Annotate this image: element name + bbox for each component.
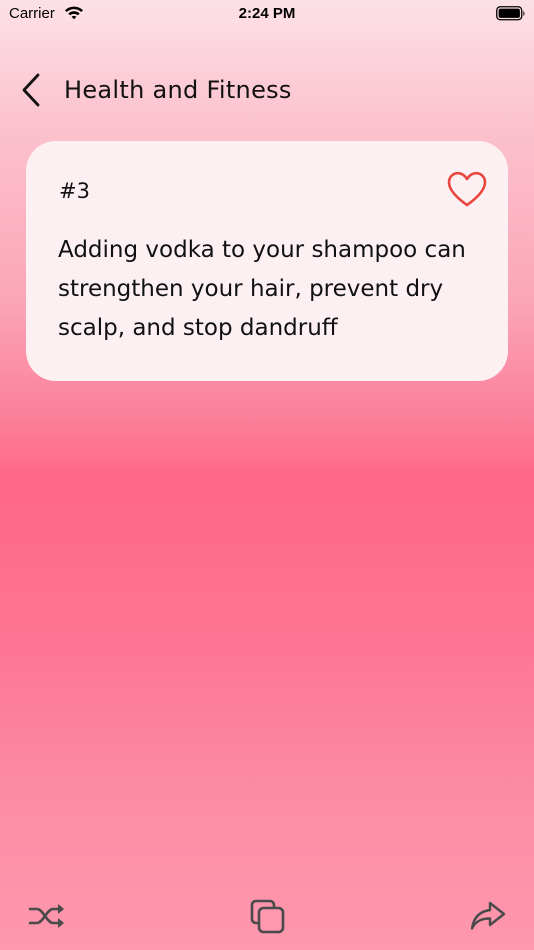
page-title: Health and Fitness [64, 76, 292, 104]
status-time: 2:24 PM [238, 5, 296, 22]
status-bar: Carrier 2:24 PM [0, 0, 534, 30]
bottom-toolbar [0, 890, 534, 944]
fact-text: Adding vodka to your shampoo can strengt… [58, 237, 466, 341]
nav-bar: Health and Fitness [0, 62, 534, 122]
copy-button[interactable] [247, 898, 287, 938]
copy-icon [248, 897, 286, 939]
favorite-button[interactable] [446, 169, 488, 211]
shuffle-icon [28, 901, 66, 935]
battery-icon [496, 6, 526, 25]
fact-number: #3 [59, 179, 90, 203]
heart-outline-icon [446, 171, 488, 215]
share-button[interactable] [468, 898, 508, 938]
fact-card: #3 Adding vodka to your shampoo can stre… [26, 141, 508, 381]
back-button[interactable] [14, 72, 48, 112]
shuffle-button[interactable] [27, 898, 67, 938]
share-icon [469, 900, 507, 936]
chevron-left-icon [21, 73, 41, 111]
